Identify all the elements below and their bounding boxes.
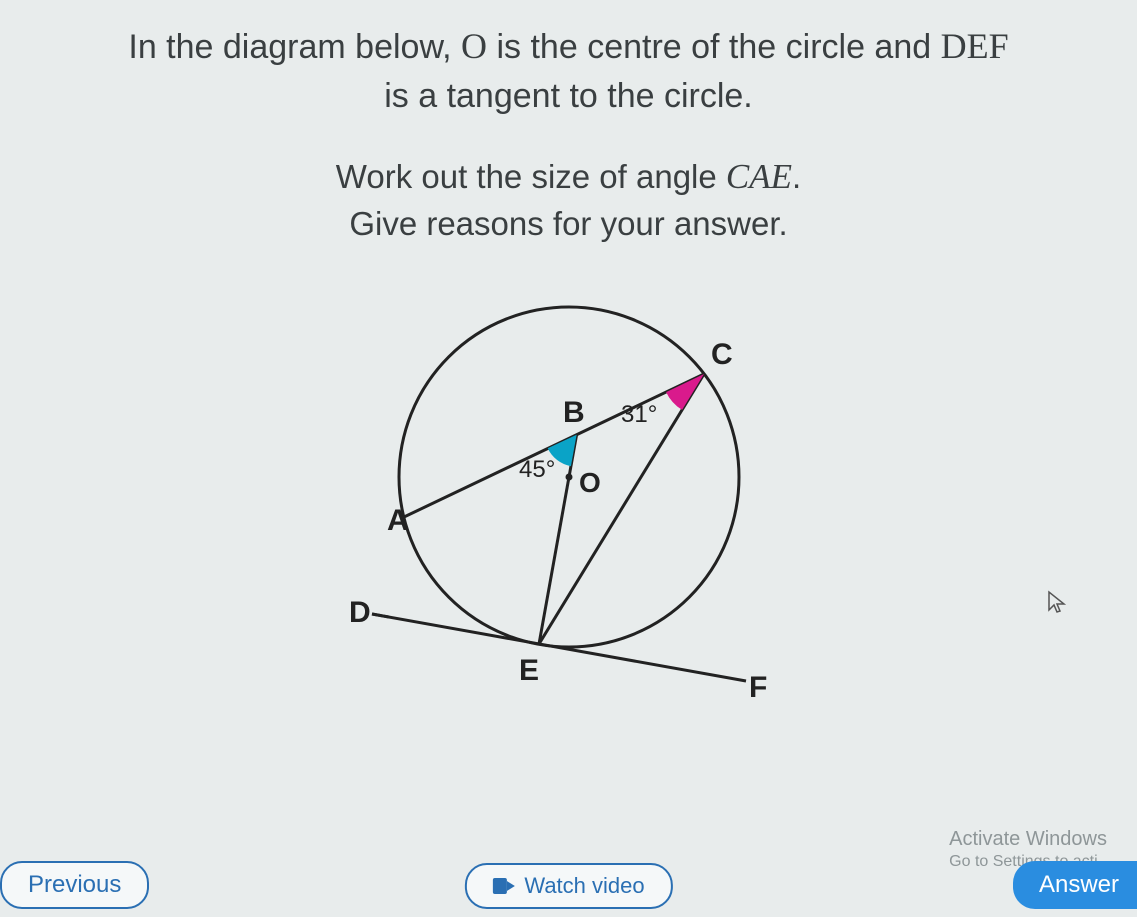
watch-label: Watch video xyxy=(524,873,644,899)
q-line1-mid: is the centre of the circle and xyxy=(487,28,941,66)
watch-video-button[interactable]: Watch video xyxy=(464,863,672,909)
question-statement: In the diagram below, O is the centre of… xyxy=(0,0,1137,122)
label-o: O xyxy=(579,467,601,498)
diagram-container: A B C D E F O 45° 31° xyxy=(0,282,1137,712)
label-e: E xyxy=(519,654,539,687)
centre-point xyxy=(565,473,572,480)
previous-button[interactable]: Previous xyxy=(0,861,149,909)
angle-var: CAE xyxy=(726,157,792,196)
watermark-title: Activate Windows xyxy=(949,826,1107,852)
work-line2: Give reasons for your answer. xyxy=(349,205,787,242)
work-line1-post: . xyxy=(792,158,801,195)
q-line2: is a tangent to the circle. xyxy=(384,77,753,115)
angle-label-31: 31° xyxy=(621,401,657,428)
q-line1-pre: In the diagram below, xyxy=(128,28,461,66)
angle-label-45: 45° xyxy=(519,456,555,483)
answer-button[interactable]: Answer xyxy=(1013,861,1137,909)
video-camera-icon xyxy=(492,878,514,894)
label-a: A xyxy=(387,504,409,537)
circle-diagram: A B C D E F O 45° 31° xyxy=(309,282,829,712)
tangent-var: DEF xyxy=(941,26,1009,66)
label-b: B xyxy=(563,396,585,429)
previous-label: Previous xyxy=(28,871,121,898)
tangent-line xyxy=(372,614,746,681)
center-var: O xyxy=(461,26,487,66)
answer-label: Answer xyxy=(1039,871,1119,898)
footer-bar: Previous Watch video Answer xyxy=(0,857,1137,917)
angle-wedge-c xyxy=(666,374,704,410)
question-work: Work out the size of angle CAE. Give rea… xyxy=(0,122,1137,247)
label-d: D xyxy=(349,596,371,629)
label-c: C xyxy=(711,338,733,371)
work-line1-pre: Work out the size of angle xyxy=(336,158,726,195)
cursor-icon xyxy=(1047,590,1067,620)
label-f: F xyxy=(749,671,767,704)
